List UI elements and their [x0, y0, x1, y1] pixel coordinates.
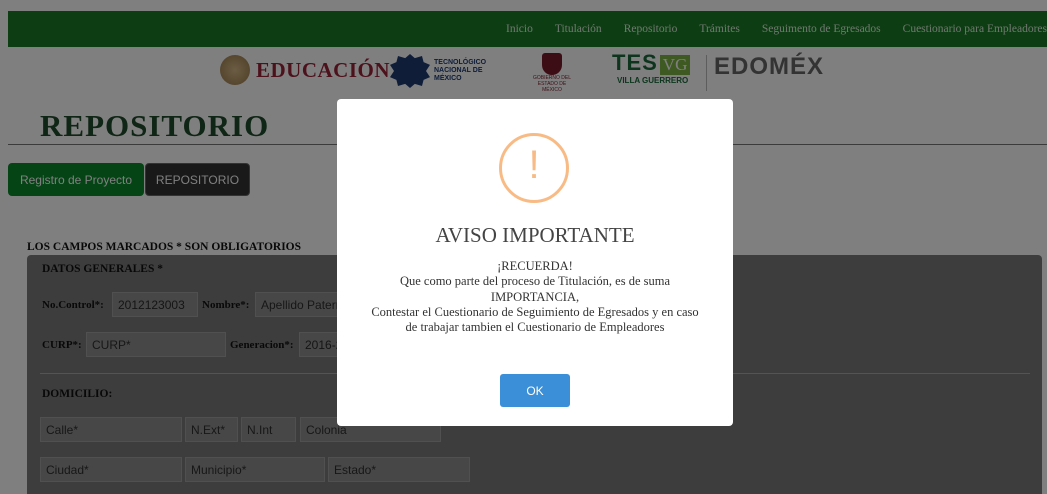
- modal-line-cuestionario: Contestar el Cuestionario de Seguimiento…: [371, 304, 699, 335]
- modal-title: AVISO IMPORTANTE: [435, 223, 635, 247]
- warning-icon: !: [499, 133, 569, 203]
- ok-button[interactable]: OK: [500, 374, 570, 407]
- modal-line-recuerda: ¡RECUERDA!: [497, 259, 573, 273]
- modal-body: ¡RECUERDA! Que como parte del proceso de…: [367, 259, 703, 335]
- modal-line-proceso: Que como parte del proceso de Titulación…: [399, 274, 671, 304]
- notice-modal: ! AVISO IMPORTANTE ¡RECUERDA! Que como p…: [337, 99, 733, 426]
